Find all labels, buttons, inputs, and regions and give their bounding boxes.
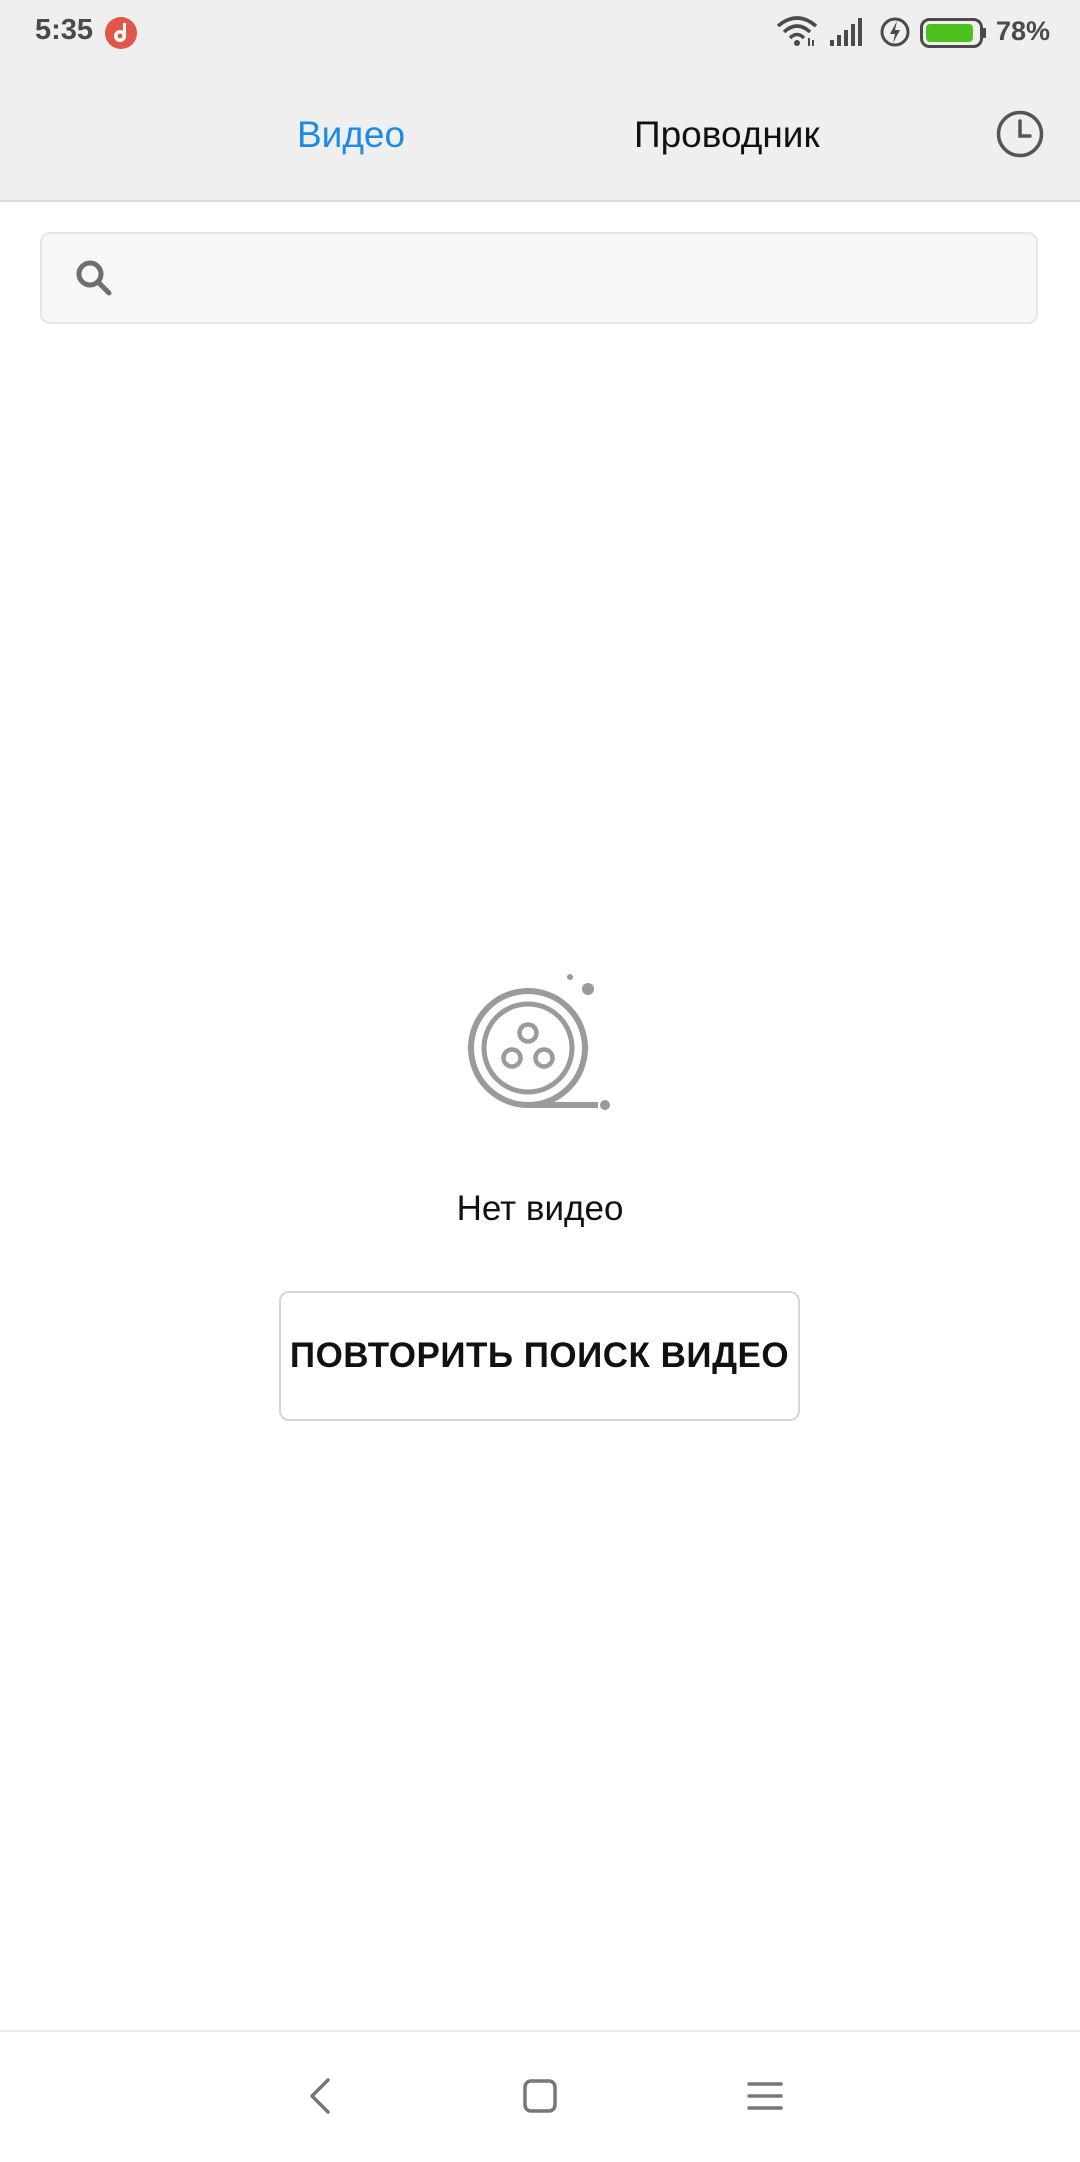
charging-icon <box>880 17 910 47</box>
status-time: 5:35 <box>35 14 94 46</box>
menu-icon[interactable] <box>735 2066 795 2126</box>
cellular-signal-icon <box>830 18 862 46</box>
status-bar: 5:35 78% <box>0 0 1080 66</box>
battery-icon <box>920 18 986 48</box>
battery-percent: 78% <box>996 16 1051 46</box>
search-input[interactable] <box>142 234 1016 324</box>
retry-search-button[interactable]: ПОВТОРИТЬ ПОИСК ВИДЕО <box>279 1291 800 1421</box>
search-box[interactable] <box>40 232 1038 324</box>
empty-state-message: Нет видео <box>456 1189 624 1228</box>
app-header: 5:35 78% Видео Проводник <box>0 0 1080 202</box>
tab-video[interactable]: Видео <box>297 110 405 160</box>
wifi-icon <box>776 16 818 46</box>
film-reel-icon <box>468 974 610 1110</box>
home-icon[interactable] <box>510 2066 570 2126</box>
tab-explorer[interactable]: Проводник <box>634 110 820 160</box>
search-icon <box>76 260 112 296</box>
navigation-bar <box>0 2030 1080 2162</box>
clock-icon[interactable] <box>996 110 1044 158</box>
back-icon[interactable] <box>290 2066 350 2126</box>
music-notification-icon <box>105 17 137 49</box>
